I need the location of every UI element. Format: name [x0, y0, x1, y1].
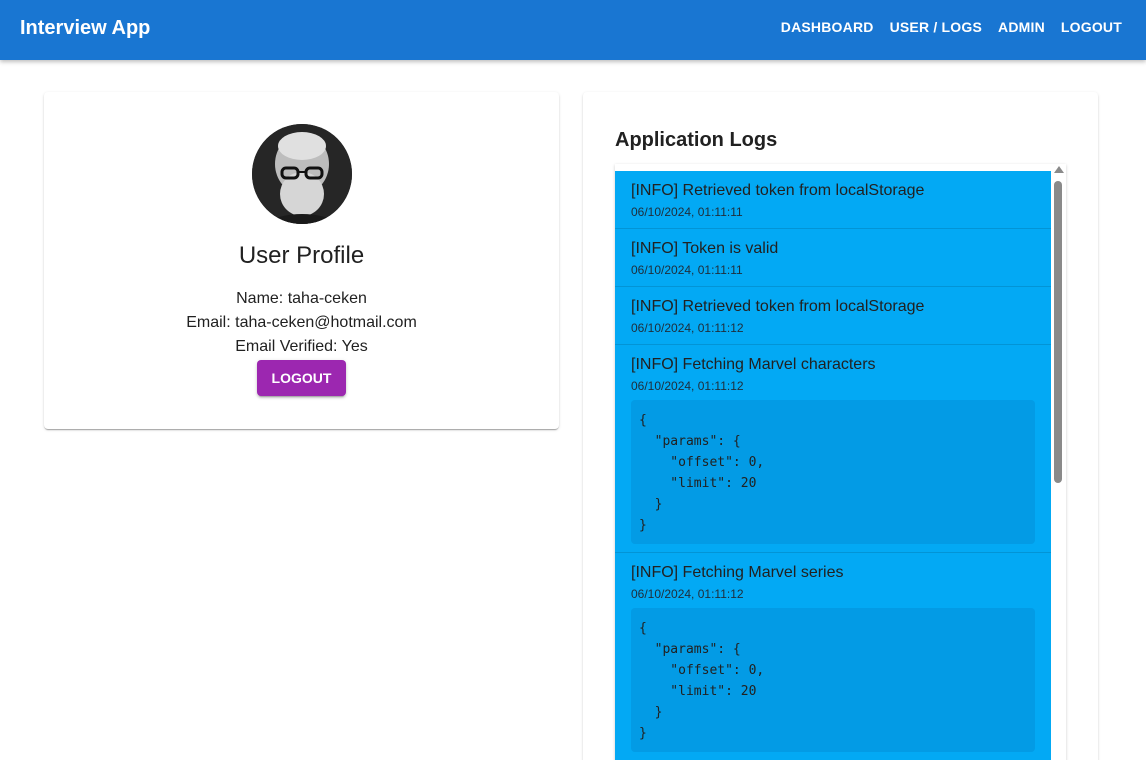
log-entry: [INFO] Token is valid 06/10/2024, 01:11:… [615, 229, 1051, 287]
log-message: [INFO] Fetching Marvel characters [631, 356, 876, 373]
log-message: [INFO] Token is valid [631, 240, 779, 257]
log-message: [INFO] Fetching Marvel series [631, 564, 844, 581]
profile-title: User Profile [238, 242, 365, 269]
logout-button[interactable]: LOGOUT [257, 360, 346, 396]
profile-email-verified: Email Verified: Yes [235, 338, 368, 355]
avatar-image [252, 124, 352, 224]
logs-list[interactable]: [INFO] Retrieved token from localStorage… [615, 171, 1051, 760]
main-nav: DASHBOARD USER / LOGS ADMIN LOGOUT [781, 17, 1122, 37]
logs-card: Application Logs [INFO] Retrieved token … [583, 92, 1098, 760]
avatar [252, 124, 352, 224]
log-message: [INFO] Retrieved token from localStorage [631, 298, 925, 315]
profile-name: Name: taha-ceken [236, 290, 367, 307]
profile-card: User Profile Name: taha-ceken Email: tah… [44, 92, 559, 429]
log-timestamp: 06/10/2024, 01:11:12 [631, 587, 744, 601]
log-timestamp: 06/10/2024, 01:11:12 [631, 321, 744, 335]
log-timestamp: 06/10/2024, 01:11:12 [631, 379, 744, 393]
log-entry: [INFO] Fetching Marvel characters 06/10/… [615, 345, 1051, 553]
nav-user-logs[interactable]: USER / LOGS [890, 17, 982, 37]
triangle-up-icon[interactable] [1054, 166, 1064, 173]
profile-email: Email: taha-ceken@hotmail.com [186, 314, 417, 331]
nav-logout[interactable]: LOGOUT [1061, 17, 1122, 37]
app-bar: Interview App DASHBOARD USER / LOGS ADMI… [0, 0, 1146, 60]
nav-dashboard[interactable]: DASHBOARD [781, 17, 874, 37]
scrollbar-thumb[interactable] [1054, 181, 1062, 483]
log-entry: [INFO] Fetching Marvel series 06/10/2024… [615, 553, 1051, 760]
log-entry: [INFO] Retrieved token from localStorage… [615, 287, 1051, 345]
log-timestamp: 06/10/2024, 01:11:11 [631, 263, 743, 277]
log-entry: [INFO] Retrieved token from localStorage… [615, 171, 1051, 229]
log-details: { "params": { "offset": 0, "limit": 20 }… [631, 608, 1035, 752]
logs-title: Application Logs [615, 129, 778, 151]
log-timestamp: 06/10/2024, 01:11:11 [631, 205, 743, 219]
log-message: [INFO] Retrieved token from localStorage [631, 182, 925, 199]
app-title: Interview App [20, 17, 151, 39]
logs-scrollbar[interactable] [1051, 164, 1066, 760]
logs-panel: [INFO] Retrieved token from localStorage… [615, 164, 1066, 760]
nav-admin[interactable]: ADMIN [998, 17, 1045, 37]
log-details: { "params": { "offset": 0, "limit": 20 }… [631, 400, 1035, 544]
